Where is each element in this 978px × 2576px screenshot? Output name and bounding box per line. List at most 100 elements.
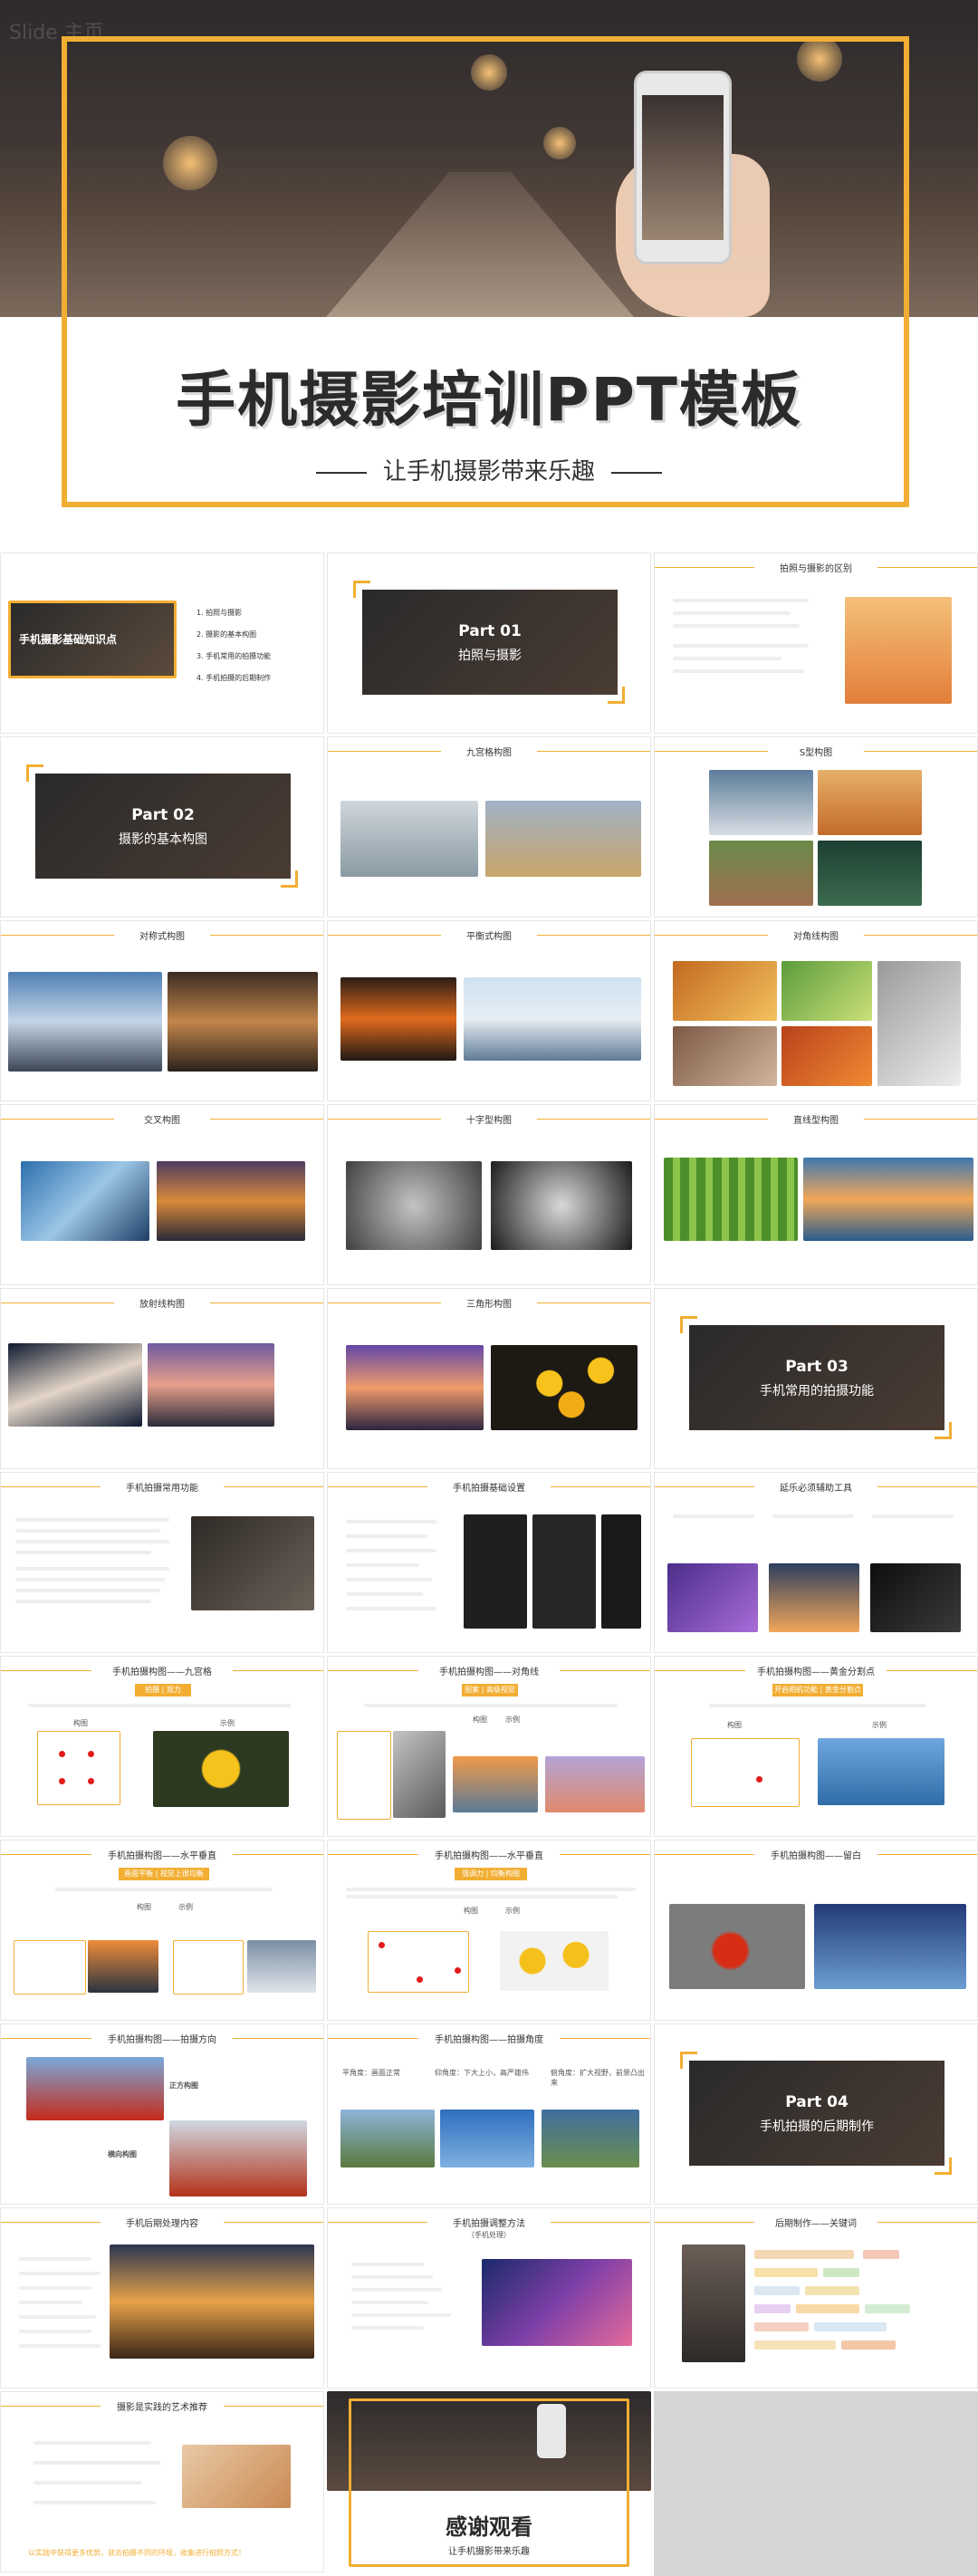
slide-shooting-direction[interactable]: 手机拍摄构图——拍摄方向 正方构图 横向构图 bbox=[0, 2023, 324, 2205]
slide-horizontal-vertical-2[interactable]: 手机拍摄构图——水平垂直 强调力 | 均衡构图 构图 示例 bbox=[327, 1840, 651, 2021]
slide-part-01[interactable]: Part 01 拍照与摄影 bbox=[327, 553, 651, 734]
phone-screenshot bbox=[601, 1514, 641, 1629]
slide-title: 手机拍摄构图——对角线 bbox=[439, 1668, 539, 1677]
slide-adjust-method[interactable]: 手机拍摄调整方法 （手机处理） bbox=[327, 2207, 651, 2389]
photo bbox=[8, 972, 162, 1072]
photo bbox=[542, 2110, 639, 2167]
slide-title: 对角线构图 bbox=[793, 932, 839, 942]
slide-title: 直线型构图 bbox=[793, 1116, 839, 1126]
slide-s-curve[interactable]: S型构图 bbox=[654, 736, 978, 918]
photo bbox=[545, 1756, 645, 1812]
cover-subtitle: 让手机摄影带来乐趣 bbox=[0, 453, 978, 486]
part-name: 手机常用的拍摄功能 bbox=[760, 1384, 874, 1399]
label-composition: 构图 bbox=[464, 1907, 478, 1915]
slide-toc[interactable]: 手机摄影基础知识点 1. 拍照与摄影 2. 摄影的基本构图 3. 手机常用的拍摄… bbox=[0, 553, 324, 734]
photo bbox=[440, 2110, 534, 2167]
thanks-subtitle: 让手机摄影带来乐趣 bbox=[448, 2547, 530, 2557]
photo bbox=[182, 2445, 291, 2508]
part-label: Part 03 bbox=[785, 1358, 849, 1376]
label-example: 示例 bbox=[505, 1716, 520, 1724]
phone-screenshot bbox=[464, 1514, 527, 1629]
slide-photo-difference[interactable]: 拍照与摄影的区别 bbox=[654, 553, 978, 734]
slide-part-04[interactable]: Part 04 手机拍摄的后期制作 bbox=[654, 2023, 978, 2205]
photo bbox=[26, 2057, 164, 2120]
slide-diagonal[interactable]: 对角线构图 bbox=[654, 920, 978, 1101]
photo bbox=[664, 1158, 798, 1241]
tag-label: 图案 | 高级视觉 bbox=[462, 1684, 518, 1697]
photo bbox=[491, 1161, 632, 1250]
slide-symmetry[interactable]: 对称式构图 bbox=[0, 920, 324, 1101]
photo bbox=[157, 1161, 305, 1241]
slide-balance[interactable]: 平衡式构图 bbox=[327, 920, 651, 1101]
slide-golden-ratio[interactable]: 手机拍摄构图——黄金分割点 开启相机功能 | 黄金分割点 构图 示例 bbox=[654, 1656, 978, 1837]
slide-nine-grid-method[interactable]: 手机拍摄构图——九宫格 拍摄 | 观力 构图 示例 bbox=[0, 1656, 324, 1837]
cover-slide: Slide 主页 手机摄影培训PPT模板 让手机摄影带来乐趣 bbox=[0, 0, 978, 553]
label-composition: 构图 bbox=[73, 1719, 88, 1727]
phone-screenshot bbox=[532, 1514, 596, 1629]
photo bbox=[814, 1904, 966, 1989]
slide-cross[interactable]: 交叉构图 bbox=[0, 1104, 324, 1285]
note-2: 横向构图 bbox=[108, 2150, 137, 2158]
diagram bbox=[691, 1738, 800, 1807]
slide-title: 手机后期处理内容 bbox=[126, 2219, 198, 2229]
tag-label: 强调力 | 均衡构图 bbox=[455, 1868, 527, 1880]
angle-1: 平角度：画面正常 bbox=[342, 2069, 400, 2077]
slide-title: 手机拍摄构图——拍摄方向 bbox=[108, 2035, 216, 2045]
slide-common-functions[interactable]: 手机拍摄常用功能 bbox=[0, 1472, 324, 1653]
photo bbox=[8, 1343, 142, 1427]
photo bbox=[340, 2110, 435, 2167]
photo bbox=[669, 1904, 805, 1989]
photo bbox=[870, 1563, 961, 1632]
slide-title: 手机拍摄构图——九宫格 bbox=[112, 1668, 212, 1677]
slide-tools[interactable]: 延乐必须辅助工具 bbox=[654, 1472, 978, 1653]
slide-basic-settings[interactable]: 手机拍摄基础设置 bbox=[327, 1472, 651, 1653]
slide-negative-space[interactable]: 手机拍摄构图——留白 bbox=[654, 1840, 978, 2021]
slide-shooting-angle[interactable]: 手机拍摄构图——拍摄角度 平角度：画面正常 仰角度：下大上小，高严雄伟 俯角度：… bbox=[327, 2023, 651, 2205]
diagram bbox=[337, 1731, 391, 1820]
diagram bbox=[173, 1940, 244, 1994]
toc-item-3: 3. 手机常用的拍摄功能 bbox=[197, 652, 272, 660]
slide-cross-shape[interactable]: 十字型构图 bbox=[327, 1104, 651, 1285]
toc-item-2: 2. 摄影的基本构图 bbox=[197, 630, 257, 639]
slide-title: 手机拍摄构图——黄金分割点 bbox=[757, 1668, 875, 1677]
slide-title: 手机拍摄构图——留白 bbox=[771, 1851, 861, 1861]
label-example: 示例 bbox=[220, 1719, 235, 1727]
slide-horizontal-vertical[interactable]: 手机拍摄构图——水平垂直 画面平衡 | 视觉上很均衡 构图 示例 bbox=[0, 1840, 324, 2021]
slide-diagonal-method[interactable]: 手机拍摄构图——对角线 图案 | 高级视觉 构图 示例 bbox=[327, 1656, 651, 1837]
photo bbox=[110, 2244, 314, 2359]
slide-part-03[interactable]: Part 03 手机常用的拍摄功能 bbox=[654, 1288, 978, 1469]
part-label: Part 02 bbox=[131, 806, 195, 824]
photo bbox=[453, 1756, 538, 1812]
photo bbox=[153, 1731, 289, 1807]
part-name: 摄影的基本构图 bbox=[119, 832, 207, 847]
photo bbox=[877, 961, 961, 1086]
photo bbox=[769, 1563, 859, 1632]
diagram bbox=[14, 1940, 86, 1994]
photo bbox=[667, 1563, 758, 1632]
note-1: 正方构图 bbox=[169, 2081, 198, 2090]
photo bbox=[818, 841, 922, 906]
label-composition: 构图 bbox=[473, 1716, 487, 1724]
photo bbox=[781, 961, 872, 1021]
part-label: Part 01 bbox=[458, 622, 522, 640]
footer-note: 以实践中获得更多优势，就去拍摄不同的环境，收集进行拍照方式！ bbox=[28, 2549, 245, 2557]
slide-nine-grid[interactable]: 九宫格构图 bbox=[327, 736, 651, 918]
toc-title: 手机摄影基础知识点 bbox=[19, 633, 118, 646]
slide-part-02[interactable]: Part 02 摄影的基本构图 bbox=[0, 736, 324, 918]
photo bbox=[21, 1161, 149, 1241]
slide-post-processing[interactable]: 手机后期处理内容 bbox=[0, 2207, 324, 2389]
label-composition: 构图 bbox=[727, 1721, 742, 1729]
part-name: 拍照与摄影 bbox=[458, 649, 522, 663]
slide-title: 手机拍摄调整方法 bbox=[453, 2219, 525, 2229]
slide-keywords[interactable]: 后期制作——关键词 bbox=[654, 2207, 978, 2389]
slide-triangle[interactable]: 三角形构图 bbox=[327, 1288, 651, 1469]
slide-title: 手机拍摄常用功能 bbox=[126, 1484, 198, 1494]
slide-practice[interactable]: 摄影是实践的艺术推荐 以实践中获得更多优势，就去拍摄不同的环境，收集进行拍照方式… bbox=[0, 2391, 324, 2572]
slide-radial[interactable]: 放射线构图 bbox=[0, 1288, 324, 1469]
photo bbox=[168, 972, 318, 1072]
photo bbox=[88, 1940, 158, 1993]
slide-thanks[interactable]: 感谢观看 让手机摄影带来乐趣 bbox=[327, 2391, 651, 2572]
tag-label: 开启相机功能 | 黄金分割点 bbox=[772, 1684, 863, 1697]
slide-straight-line[interactable]: 直线型构图 bbox=[654, 1104, 978, 1285]
part-label: Part 04 bbox=[785, 2093, 849, 2111]
